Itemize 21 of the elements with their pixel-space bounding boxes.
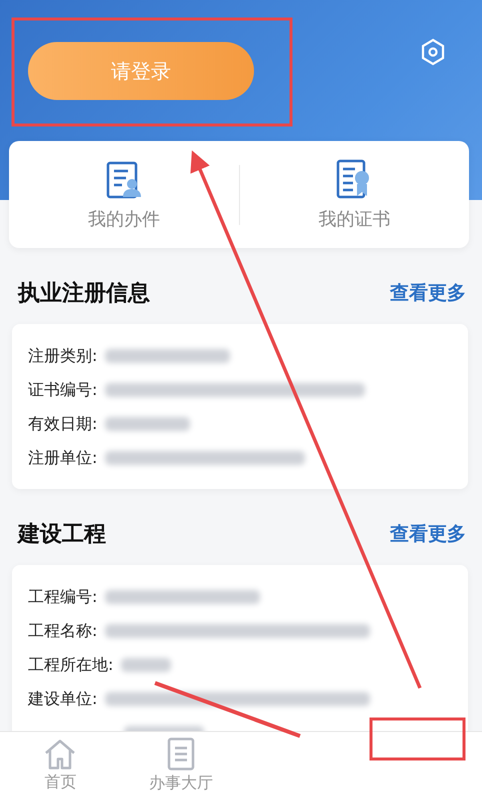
home-icon — [43, 738, 78, 770]
field-label: 注册单位: — [28, 448, 98, 468]
shortcut-button[interactable]: 我的证书 — [240, 158, 469, 230]
field-label: 工程编号: — [28, 586, 98, 608]
section-title: 建设工程 — [18, 521, 106, 549]
nav-tab[interactable]: 首页 — [0, 732, 120, 798]
login-button[interactable]: 请登录 — [28, 42, 254, 100]
section-title: 执业注册信息 — [18, 280, 150, 308]
field-label: 证书编号: — [28, 380, 98, 400]
field-label: 建设单位: — [28, 688, 98, 710]
field-label: 注册类别: — [28, 346, 98, 366]
more-link[interactable]: 查看更多 — [390, 521, 466, 547]
document-icon — [166, 736, 196, 770]
shortcut-button[interactable]: 我的办件 — [9, 158, 238, 230]
blurred-value — [121, 658, 172, 672]
field-label: 工程名称: — [28, 620, 98, 642]
field-label: 有效日期: — [28, 414, 98, 434]
more-link[interactable]: 查看更多 — [390, 280, 466, 306]
nav-tab[interactable]: 办事大厅 — [120, 732, 241, 798]
settings-icon[interactable] — [420, 38, 446, 66]
field-label: 工程所在地: — [28, 654, 114, 676]
